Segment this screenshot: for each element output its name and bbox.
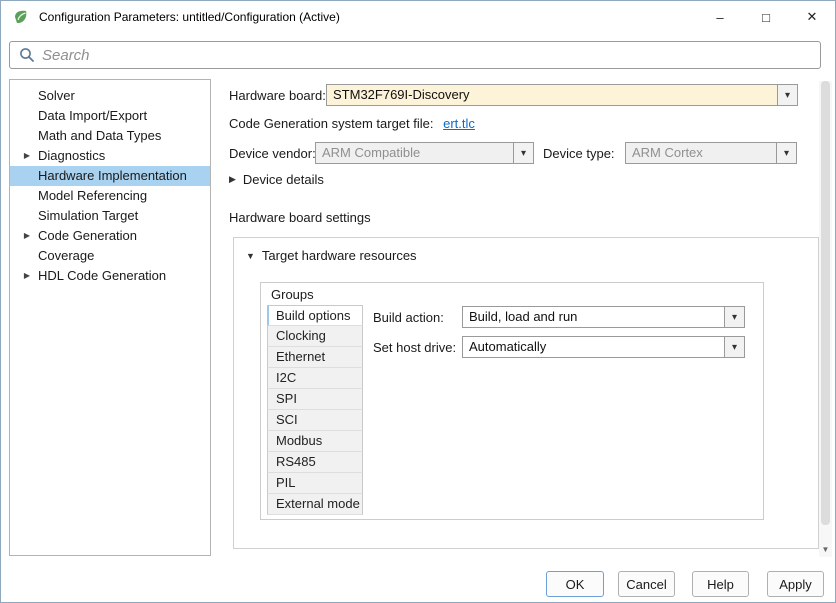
- search-icon: [18, 46, 36, 64]
- group-tab-clocking[interactable]: Clocking: [267, 326, 363, 347]
- scrollbar-thumb[interactable]: [821, 81, 830, 525]
- window-controls: – □ ✕: [697, 1, 835, 33]
- group-tab-rs485[interactable]: RS485: [267, 452, 363, 473]
- system-target-file-row: Code Generation system target file: ert.…: [229, 116, 475, 131]
- groups-panel: Groups Build options Clocking Ethernet I…: [260, 282, 764, 520]
- build-action-select[interactable]: Build, load and run ▾: [462, 306, 745, 328]
- build-action-value: Build, load and run: [463, 307, 724, 327]
- dropdown-arrow-icon[interactable]: ▾: [724, 337, 744, 357]
- set-host-drive-value: Automatically: [463, 337, 724, 357]
- sidebar-item-model-referencing[interactable]: Model Referencing: [10, 186, 210, 206]
- device-vendor-value: ARM Compatible: [316, 143, 513, 163]
- device-vendor-select[interactable]: ARM Compatible ▾: [315, 142, 534, 164]
- target-hardware-resources-toggle[interactable]: ▼ Target hardware resources: [246, 248, 417, 263]
- sidebar-item-label: Math and Data Types: [38, 128, 161, 143]
- dropdown-glyph: ▾: [732, 342, 737, 353]
- category-tree: Solver Data Import/Export Math and Data …: [9, 79, 211, 556]
- search-input[interactable]: [42, 47, 820, 64]
- vertical-scrollbar[interactable]: ▼: [819, 81, 832, 557]
- title-bar: Configuration Parameters: untitled/Confi…: [1, 1, 835, 33]
- close-button[interactable]: ✕: [789, 1, 835, 33]
- sidebar-item-data-import-export[interactable]: Data Import/Export: [10, 106, 210, 126]
- hardware-board-value: STM32F769I-Discovery: [327, 85, 777, 105]
- group-tab-build-options[interactable]: Build options: [267, 305, 363, 326]
- set-host-drive-select[interactable]: Automatically ▾: [462, 336, 745, 358]
- dropdown-arrow-icon[interactable]: ▾: [776, 143, 796, 163]
- dropdown-arrow-icon[interactable]: ▾: [513, 143, 533, 163]
- simulink-icon: [13, 9, 29, 25]
- sidebar-item-label: HDL Code Generation: [38, 268, 166, 283]
- scroll-down-arrow-icon[interactable]: ▼: [819, 541, 832, 557]
- sidebar-item-label: Solver: [38, 88, 75, 103]
- target-hardware-resources-title: Target hardware resources: [262, 248, 417, 263]
- groups-label: Groups: [271, 287, 314, 302]
- group-tab-i2c[interactable]: I2C: [267, 368, 363, 389]
- device-details-label: Device details: [243, 172, 324, 187]
- group-tab-spi[interactable]: SPI: [267, 389, 363, 410]
- target-hardware-resources-panel: ▼ Target hardware resources Groups Build…: [233, 237, 819, 549]
- dropdown-arrow-icon[interactable]: ▾: [777, 85, 797, 105]
- group-tab-pil[interactable]: PIL: [267, 473, 363, 494]
- device-type-select[interactable]: ARM Cortex ▾: [625, 142, 797, 164]
- expand-arrow-icon[interactable]: ▶: [21, 226, 33, 246]
- device-type-value: ARM Cortex: [626, 143, 776, 163]
- help-button[interactable]: Help: [692, 571, 749, 597]
- group-tab-sci[interactable]: SCI: [267, 410, 363, 431]
- system-target-file-link[interactable]: ert.tlc: [443, 116, 475, 131]
- sidebar-item-coverage[interactable]: Coverage: [10, 246, 210, 266]
- hardware-board-label: Hardware board:: [229, 88, 326, 103]
- sidebar-item-label: Diagnostics: [38, 148, 105, 163]
- maximize-button[interactable]: □: [743, 1, 789, 33]
- dropdown-glyph: ▾: [785, 90, 790, 101]
- dropdown-arrow-icon[interactable]: ▾: [724, 307, 744, 327]
- group-tab-modbus[interactable]: Modbus: [267, 431, 363, 452]
- ok-button[interactable]: OK: [546, 571, 604, 597]
- device-type-label: Device type:: [543, 146, 615, 161]
- group-tab-ethernet[interactable]: Ethernet: [267, 347, 363, 368]
- sidebar-item-math-and-data-types[interactable]: Math and Data Types: [10, 126, 210, 146]
- set-host-drive-label: Set host drive:: [373, 340, 456, 355]
- device-details-toggle[interactable]: ▶ Device details: [229, 172, 324, 187]
- sidebar-item-label: Model Referencing: [38, 188, 147, 203]
- configuration-parameters-dialog: Configuration Parameters: untitled/Confi…: [0, 0, 836, 603]
- device-vendor-label: Device vendor:: [229, 146, 316, 161]
- sidebar-item-label: Coverage: [38, 248, 94, 263]
- minimize-button[interactable]: –: [697, 1, 743, 33]
- sidebar-item-simulation-target[interactable]: Simulation Target: [10, 206, 210, 226]
- dropdown-glyph: ▾: [784, 148, 789, 159]
- sidebar-item-label: Simulation Target: [38, 208, 138, 223]
- sidebar-item-diagnostics[interactable]: ▶ Diagnostics: [10, 146, 210, 166]
- dropdown-glyph: ▾: [521, 148, 526, 159]
- sidebar-item-label: Hardware Implementation: [38, 168, 187, 183]
- sidebar-item-label: Data Import/Export: [38, 108, 147, 123]
- sidebar-item-label: Code Generation: [38, 228, 137, 243]
- collapsed-arrow-icon: ▶: [229, 174, 236, 185]
- sidebar-item-hdl-code-generation[interactable]: ▶ HDL Code Generation: [10, 266, 210, 286]
- dropdown-glyph: ▾: [732, 312, 737, 323]
- hardware-board-settings-heading: Hardware board settings: [229, 210, 371, 225]
- cancel-button[interactable]: Cancel: [618, 571, 675, 597]
- search-bar[interactable]: [9, 41, 821, 69]
- sidebar-item-solver[interactable]: Solver: [10, 86, 210, 106]
- window-title: Configuration Parameters: untitled/Confi…: [39, 10, 340, 24]
- expanded-arrow-icon: ▼: [246, 251, 255, 261]
- sidebar-item-hardware-implementation[interactable]: Hardware Implementation: [10, 166, 210, 186]
- group-tab-external-mode[interactable]: External mode: [267, 494, 363, 515]
- groups-tab-list: Build options Clocking Ethernet I2C SPI …: [267, 305, 363, 515]
- build-action-label: Build action:: [373, 310, 444, 325]
- system-target-file-label: Code Generation system target file:: [229, 116, 434, 131]
- sidebar-item-code-generation[interactable]: ▶ Code Generation: [10, 226, 210, 246]
- expand-arrow-icon[interactable]: ▶: [21, 146, 33, 166]
- expand-arrow-icon[interactable]: ▶: [21, 266, 33, 286]
- apply-button[interactable]: Apply: [767, 571, 824, 597]
- hardware-board-select[interactable]: STM32F769I-Discovery ▾: [326, 84, 798, 106]
